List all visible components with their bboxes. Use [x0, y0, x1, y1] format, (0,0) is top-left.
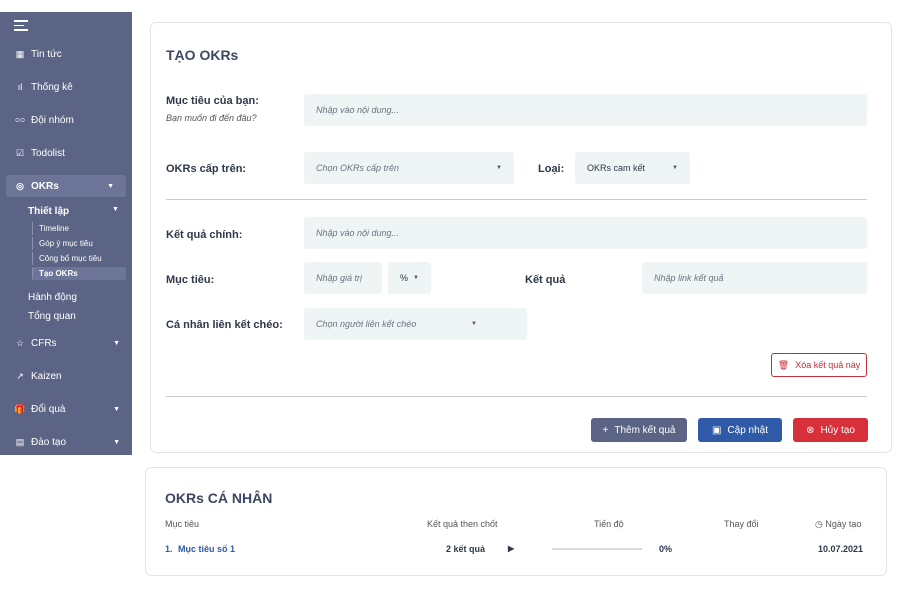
sidebar-item-cfrs[interactable]: ☆ CFRs ▼ — [0, 332, 132, 354]
chevron-down-icon: ▼ — [496, 165, 502, 171]
sidebar-subsub-feedback[interactable]: Góp ý mục tiêu — [32, 237, 126, 250]
row-created-date: 10.07.2021 — [818, 544, 864, 554]
unit-value: % — [400, 273, 409, 283]
row-key-results: 2 kết quả — [446, 544, 486, 554]
type-value: OKRs cam kết — [587, 163, 646, 173]
cancel-create-label: Hủy tạo — [820, 424, 855, 436]
cross-link-select[interactable]: Chọn người liên kết chéo ▼ — [304, 308, 527, 340]
sidebar-item-todolist[interactable]: ☑ Todolist — [0, 142, 132, 164]
sidebar-sub-overview[interactable]: Tổng quan — [28, 311, 76, 322]
result-label: Kết quả — [525, 274, 566, 286]
add-result-button[interactable]: + Thêm kết quả — [591, 418, 687, 442]
target-label: Mục tiêu: — [166, 274, 215, 286]
sidebar-item-label: Kaizen — [31, 370, 62, 382]
target-value-input[interactable]: Nhập giá trị — [304, 262, 382, 294]
trash-icon: 🗑 — [777, 359, 790, 370]
sidebar-item-team[interactable]: ဝဝ Đội nhóm — [0, 109, 132, 131]
unit-select[interactable]: % ▼ — [388, 262, 431, 294]
progress-bar — [552, 548, 642, 550]
sidebar-item-label: Thống kê — [31, 81, 73, 93]
personal-okrs-card: OKRs CÁ NHÂN Mục tiêu Kết quả then chốt … — [145, 467, 887, 576]
hamburger-menu-icon[interactable] — [14, 20, 28, 31]
expand-arrow-icon[interactable]: ▶ — [508, 544, 514, 553]
parent-okrs-select[interactable]: Chọn OKRs cấp trên ▼ — [304, 152, 514, 184]
sidebar-item-label: Đào tạo — [31, 436, 67, 448]
trend-icon: ↗ — [16, 370, 24, 381]
sidebar-item-label: Tin tức — [31, 48, 62, 60]
update-button[interactable]: ▣ Cập nhật — [698, 418, 782, 442]
sidebar-item-training[interactable]: ▤ Đào tạo ▼ — [0, 431, 132, 453]
row-progress: 0% — [659, 544, 673, 554]
objective-hint: Bạn muốn đi đến đâu? — [166, 113, 257, 123]
chevron-down-icon: ▼ — [413, 275, 419, 281]
column-header-label: Ngày tạo — [825, 519, 862, 529]
plus-icon: + — [602, 424, 609, 436]
sidebar-item-kaizen[interactable]: ↗ Kaizen — [0, 365, 132, 387]
sidebar-item-label: OKRs — [31, 180, 59, 192]
delete-result-button[interactable]: 🗑 Xóa kết quả này — [771, 353, 867, 377]
objective-label: Mục tiêu của bạn: — [166, 95, 259, 107]
add-result-label: Thêm kết quả — [614, 424, 676, 436]
sidebar: ▦ Tin tức ıl Thống kê ဝဝ Đội nhóm ☑ Todo… — [0, 12, 132, 455]
section-title: OKRs CÁ NHÂN — [165, 490, 273, 506]
chevron-down-icon: ▼ — [672, 165, 678, 171]
cross-link-label: Cá nhân liên kết chéo: — [166, 319, 283, 331]
sidebar-item-statistics[interactable]: ıl Thống kê — [0, 76, 132, 98]
chevron-down-icon: ▼ — [113, 438, 120, 446]
page-title: TẠO OKRs — [166, 47, 239, 63]
target-icon: ◎ — [16, 180, 24, 191]
clock-icon: ◷ — [815, 519, 823, 529]
sidebar-item-label: Todolist — [31, 147, 65, 159]
book-icon: ▤ — [15, 436, 25, 447]
sidebar-item-label: Đội nhóm — [31, 114, 74, 126]
cross-link-placeholder: Chọn người liên kết chéo — [316, 319, 417, 329]
row-index: 1. — [165, 544, 173, 554]
parent-okrs-placeholder: Chọn OKRs cấp trên — [316, 163, 400, 173]
column-header-objective: Mục tiêu — [165, 519, 200, 529]
sidebar-item-news[interactable]: ▦ Tin tức — [0, 43, 132, 65]
sidebar-sub-label: Thiết lập — [28, 206, 70, 217]
sidebar-item-okrs[interactable]: ◎ OKRs ▼ — [6, 175, 126, 197]
sidebar-item-label: Đổi quà — [31, 403, 66, 415]
star-icon: ☆ — [15, 337, 25, 348]
checkbox-icon: ☑ — [15, 147, 25, 158]
column-header-key-results: Kết quả then chốt — [427, 519, 498, 529]
sidebar-sub-action[interactable]: Hành động — [28, 292, 77, 303]
key-result-label: Kết quả chính: — [166, 229, 243, 241]
sidebar-sub-setup[interactable]: Thiết lập ▼ — [28, 206, 119, 217]
type-select[interactable]: OKRs cam kết ▼ — [575, 152, 690, 184]
column-header-progress: Tiến độ — [594, 519, 624, 529]
chevron-down-icon: ▼ — [113, 405, 120, 413]
key-result-input[interactable]: Nhập vào nội dung... — [304, 217, 867, 249]
cancel-circle-icon: ⊗ — [806, 424, 815, 436]
chevron-down-icon: ▼ — [113, 339, 120, 347]
row-objective-link[interactable]: Mục tiêu số 1 — [178, 544, 235, 554]
parent-okrs-label: OKRs cấp trên: — [166, 163, 247, 175]
sidebar-item-label: CFRs — [31, 337, 57, 349]
result-link-input[interactable]: Nhập link kết quả — [642, 262, 867, 294]
gift-icon: 🎁 — [14, 403, 26, 414]
save-icon: ▣ — [711, 424, 722, 436]
chevron-down-icon: ▼ — [107, 182, 114, 190]
team-icon: ဝဝ — [14, 113, 26, 124]
chevron-down-icon: ▼ — [471, 321, 477, 327]
create-okrs-card: TẠO OKRs Mục tiêu của bạn: Bạn muốn đi đ… — [150, 22, 892, 453]
cancel-create-button[interactable]: ⊗ Hủy tạo — [793, 418, 868, 442]
column-header-created-date: ◷ Ngày tạo — [815, 519, 861, 530]
update-label: Cập nhật — [727, 424, 769, 436]
sidebar-subsub-timeline[interactable]: Timeline — [32, 222, 126, 235]
divider — [166, 396, 867, 397]
chevron-down-icon: ▼ — [112, 206, 119, 213]
column-header-change: Thay đổi — [724, 519, 759, 529]
grid-icon: ▦ — [15, 48, 25, 59]
type-label: Loại: — [538, 163, 565, 175]
sidebar-subsub-publish[interactable]: Công bố mục tiêu — [32, 252, 126, 265]
delete-result-label: Xóa kết quả này — [795, 360, 861, 370]
sidebar-subsub-create-okrs[interactable]: Tạo OKRs — [32, 267, 126, 280]
divider — [166, 199, 867, 200]
sidebar-item-gifts[interactable]: 🎁 Đổi quà ▼ — [0, 398, 132, 420]
bar-chart-icon: ıl — [17, 82, 23, 92]
objective-input[interactable]: Nhập vào nội dung... — [304, 94, 867, 126]
